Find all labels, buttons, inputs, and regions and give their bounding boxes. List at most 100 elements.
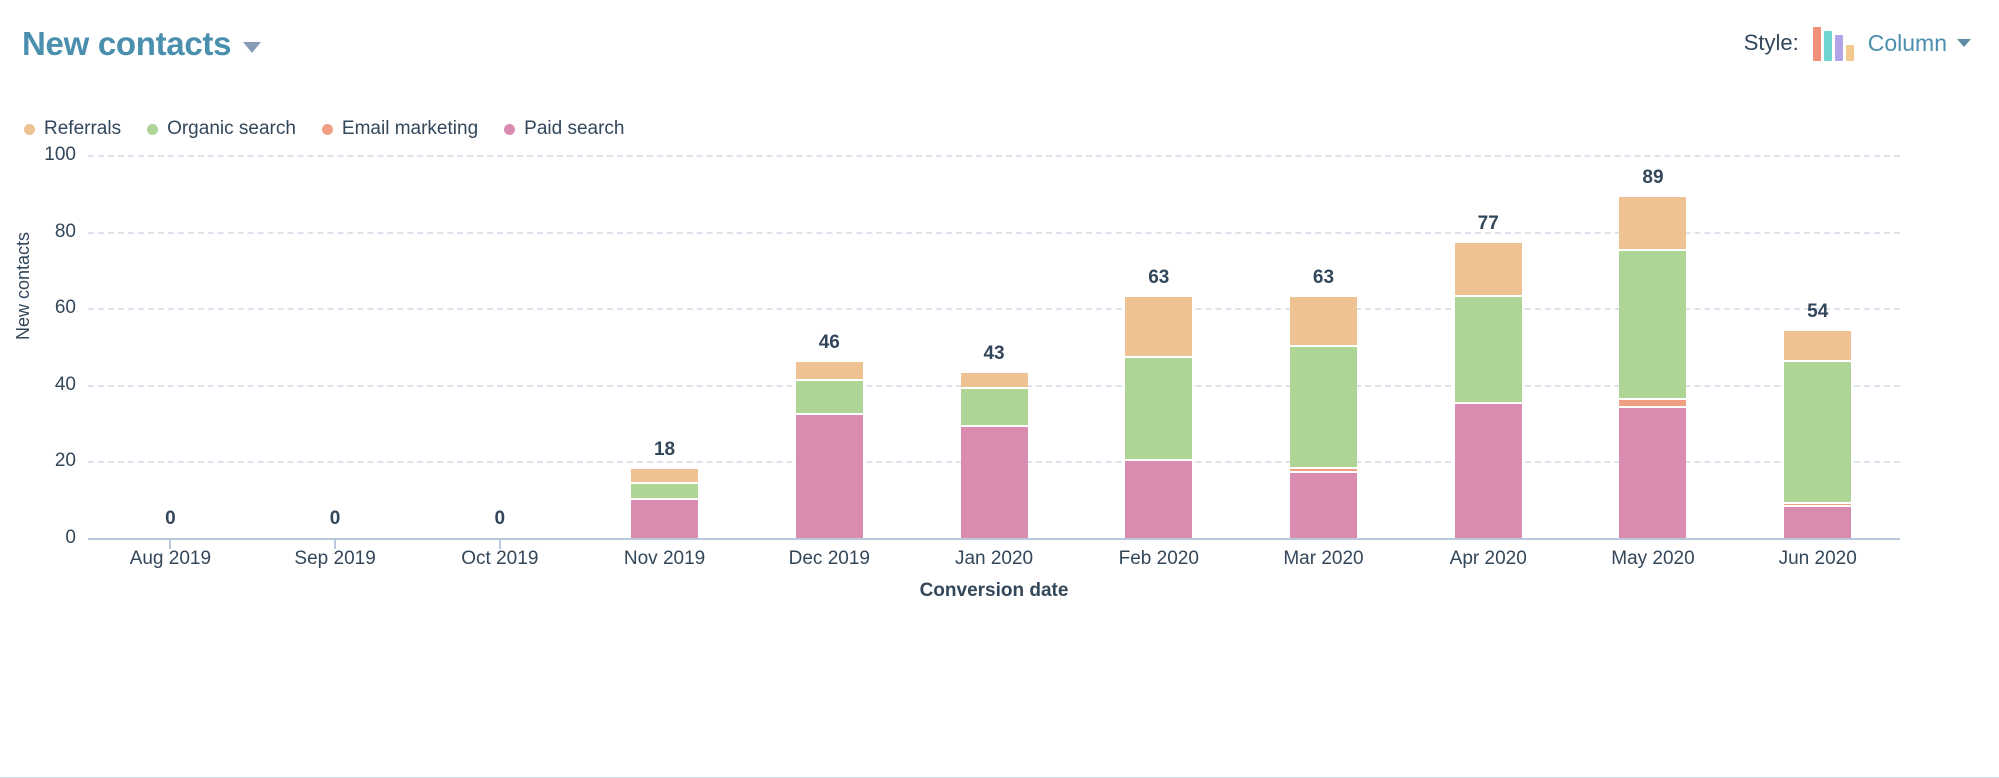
bar-slot: 46 xyxy=(747,155,912,538)
x-axis-tick-labels: Aug 2019 Sep 2019 Oct 2019 Nov 2019 Dec 2019… xyxy=(88,548,1900,570)
bar-segment[interactable] xyxy=(1125,461,1193,538)
bar-segment[interactable] xyxy=(1619,250,1687,401)
bar-segment[interactable] xyxy=(1454,403,1522,538)
bar-segment[interactable] xyxy=(631,469,699,485)
bar-slot: 63 xyxy=(1241,155,1406,538)
legend-item[interactable]: Referrals xyxy=(24,118,121,140)
bar-segment[interactable] xyxy=(1619,197,1687,251)
legend-item-label: Organic search xyxy=(167,118,296,139)
bar-segment[interactable] xyxy=(1454,296,1522,404)
bar-slot: 0 xyxy=(417,155,582,549)
bar-value-label: 43 xyxy=(983,343,1005,365)
y-axis-tick-label: 60 xyxy=(54,297,76,319)
x-axis-tick-label: Sep 2019 xyxy=(294,548,376,569)
y-axis-tick-label: 0 xyxy=(65,527,76,548)
bar-segment[interactable] xyxy=(1784,361,1852,504)
legend-swatch-icon xyxy=(147,123,159,135)
chevron-down-icon xyxy=(1957,39,1971,47)
bar-segment[interactable] xyxy=(1454,243,1522,297)
bar-value-label: 63 xyxy=(1312,266,1335,288)
bar-group: 0 0 0 18 46 43 63 63 77 89 54 xyxy=(88,155,1900,549)
bar-segment[interactable] xyxy=(960,426,1028,538)
bar-segment[interactable] xyxy=(1125,358,1193,462)
style-select[interactable]: Column xyxy=(1868,30,1971,57)
x-axis-tick-label: Aug 2019 xyxy=(129,548,212,569)
bar-value-label: 0 xyxy=(329,508,341,529)
bar-value-label: 63 xyxy=(1148,266,1170,288)
bar-segment[interactable] xyxy=(1619,407,1687,538)
legend-item-label: Email marketing xyxy=(341,118,479,139)
bar-slot: 77 xyxy=(1406,155,1571,538)
bar-slot: 63 xyxy=(1076,155,1241,538)
stacked-bar[interactable] xyxy=(631,469,699,538)
y-axis-tick-label: 20 xyxy=(54,450,76,472)
stacked-bar[interactable] xyxy=(960,373,1028,538)
chart-legend: Referrals Organic search Email marketing Pa… xyxy=(24,118,624,140)
x-axis-title: Conversion date xyxy=(919,580,1069,601)
bar-value-label: 54 xyxy=(1807,301,1829,323)
chart-title-dropdown[interactable]: New contacts xyxy=(22,24,262,62)
plot-area: 0 20 40 60 80 100 0 0 0 18 46 43 63 63 77 89 54 xyxy=(44,144,1900,549)
x-axis-tick-label: Apr 2020 xyxy=(1449,548,1527,569)
stacked-bar[interactable] xyxy=(1784,331,1852,538)
bar-segment[interactable] xyxy=(795,361,863,381)
bar-segment[interactable] xyxy=(1290,296,1357,347)
header-controls: Style: Column xyxy=(1744,25,1971,61)
bar-value-label: 0 xyxy=(165,508,176,529)
bar-segment[interactable] xyxy=(795,415,863,538)
bar-value-label: 0 xyxy=(494,508,506,529)
bar-slot: 89 xyxy=(1571,155,1736,538)
bar-segment[interactable] xyxy=(1784,507,1852,538)
legend-item-label: Referrals xyxy=(44,118,122,139)
stacked-bar[interactable] xyxy=(1454,243,1522,538)
page-title: New contacts xyxy=(22,24,232,62)
bar-segment[interactable] xyxy=(1784,331,1852,362)
bar-slot: 0 xyxy=(88,155,253,549)
column-chart-icon xyxy=(1812,25,1854,61)
chart-header: New contacts Style: Column xyxy=(0,0,1999,86)
stacked-bar[interactable] xyxy=(795,361,863,538)
stacked-bar[interactable] xyxy=(1619,197,1687,538)
bar-segment[interactable] xyxy=(1290,346,1357,470)
bar-segment[interactable] xyxy=(795,380,863,416)
legend-swatch-icon xyxy=(24,123,35,135)
bar-segment[interactable] xyxy=(1125,296,1193,358)
legend-item[interactable]: Organic search xyxy=(147,118,296,140)
bar-value-label: 77 xyxy=(1477,213,1499,235)
y-axis-tick-label: 80 xyxy=(54,220,76,242)
bar-segment[interactable] xyxy=(960,388,1028,427)
bar-slot: 54 xyxy=(1735,155,1900,538)
chart-card: New contacts Style: Column Referrals Orga… xyxy=(0,0,1999,778)
x-axis-tick-label: Dec 2019 xyxy=(788,548,870,569)
bar-value-label: 89 xyxy=(1642,167,1664,189)
legend-swatch-icon xyxy=(504,123,516,135)
bar-segment[interactable] xyxy=(631,484,699,500)
bar-segment[interactable] xyxy=(1290,472,1357,538)
legend-swatch-icon xyxy=(321,123,333,135)
style-select-value: Column xyxy=(1867,29,1947,56)
legend-item-label: Paid search xyxy=(524,118,625,139)
bar-segment[interactable] xyxy=(1619,400,1687,408)
chevron-down-icon xyxy=(243,41,262,53)
x-axis-tick-label: Mar 2020 xyxy=(1283,548,1364,569)
style-label: Style: xyxy=(1743,30,1799,55)
bar-slot: 18 xyxy=(582,155,747,538)
x-axis-tick-label: May 2020 xyxy=(1611,548,1695,569)
x-axis-tick-label: Nov 2019 xyxy=(623,548,706,569)
bar-value-label: 46 xyxy=(818,331,840,353)
legend-item[interactable]: Paid search xyxy=(504,118,624,140)
x-axis-tick-label: Jan 2020 xyxy=(954,548,1034,569)
y-axis-tick-label: 40 xyxy=(54,373,76,395)
x-axis-tick-label: Feb 2020 xyxy=(1118,548,1199,569)
legend-item[interactable]: Email marketing xyxy=(321,118,479,140)
stacked-bar[interactable] xyxy=(1125,296,1193,538)
bar-slot: 43 xyxy=(912,155,1077,538)
y-axis-title: New contacts xyxy=(13,231,33,340)
bar-segment[interactable] xyxy=(960,373,1028,389)
x-axis-tick-label: Oct 2019 xyxy=(461,548,539,569)
stacked-bar[interactable] xyxy=(1290,296,1357,538)
bar-segment[interactable] xyxy=(631,499,699,538)
y-axis-tick-label: 100 xyxy=(44,144,76,165)
x-axis-tick-label: Jun 2020 xyxy=(1778,548,1857,569)
bar-value-label: 18 xyxy=(653,439,676,461)
